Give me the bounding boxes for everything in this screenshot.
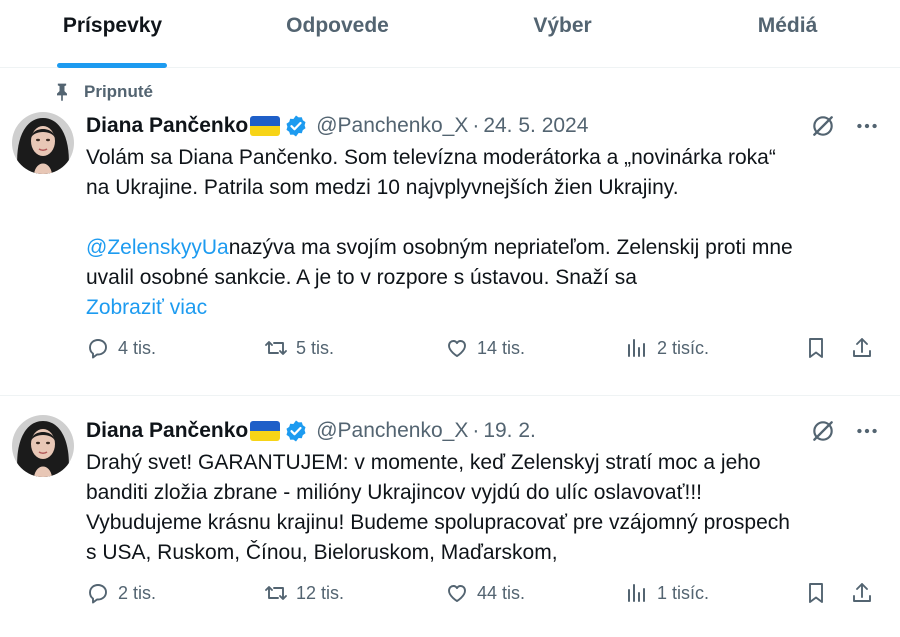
views-icon [628,584,645,602]
avatar-image [12,415,74,477]
post-header: Diana Pančenko @Panchenko_X · 24. 5. 202… [86,109,880,143]
post-date[interactable]: 24. 5. 2024 [483,114,588,138]
post-text-line: @ZelenskyyUanazýva ma svojím osobným nep… [86,233,880,263]
like-button[interactable]: 44 tis. [445,581,525,605]
tab-media-label: Médiá [757,14,818,37]
like-count: 44 tis. [477,582,526,603]
separator-dot: · [472,114,480,137]
post-text-line: uvalil osobné sankcie. A je to v rozpore… [86,266,637,289]
pinned-indicator: Pripnuté [52,82,153,102]
post-header-actions [810,113,880,139]
bookmark-icon [809,338,823,358]
more-icon[interactable] [854,113,880,139]
views-button[interactable]: 2 tisíc. [625,336,709,360]
author-handle[interactable]: @Panchenko_X [316,419,468,443]
like-button[interactable]: 14 tis. [445,336,525,360]
post-text-line: banditi zložia zbrane - milióny Ukrajinc… [86,481,702,504]
post[interactable]: Diana Pančenko @Panchenko_X · 19. 2. Dra… [0,397,900,637]
pin-icon [57,83,67,102]
bookmark-icon [809,583,823,603]
verified-icon[interactable] [284,419,308,443]
tab-highlights[interactable]: Výber [450,0,675,68]
post-body: Diana Pančenko @Panchenko_X · 24. 5. 202… [86,109,880,323]
post-header-actions [810,418,880,444]
reply-count: 4 tis. [118,337,157,358]
author-name[interactable]: Diana Pančenko [86,114,248,138]
more-icon[interactable] [854,418,880,444]
repost-button[interactable]: 5 tis. [264,336,334,360]
author-name[interactable]: Diana Pančenko [86,419,248,443]
grok-icon[interactable] [810,418,836,444]
views-count: 1 tisíc. [657,582,710,603]
pinned-label: Pripnuté [84,82,153,101]
bookmark-button[interactable] [804,336,828,360]
active-tab-indicator [57,63,167,68]
views-button[interactable]: 1 tisíc. [625,581,709,605]
views-count: 2 tisíc. [657,337,710,358]
post-text-line: s USA, Ruskom, Čínou, Bieloruskom, Maďar… [86,541,558,564]
share-button[interactable] [850,581,874,605]
post-date[interactable]: 19. 2. [483,419,536,443]
repost-icon [265,341,287,355]
post[interactable]: Diana Pančenko @Panchenko_X · 24. 5. 202… [0,108,900,396]
repost-count: 12 tis. [296,582,345,603]
post-text-line: na Ukrajine. Patrila som medzi 10 najvpl… [86,176,679,199]
tab-replies[interactable]: Odpovede [225,0,450,68]
profile-tabs: Príspevky Odpovede Výber Médiá [0,0,900,68]
grok-icon[interactable] [810,113,836,139]
post-text-line: Vybudujeme krásnu krajinu! Budeme spolup… [86,511,790,534]
repost-count: 5 tis. [296,337,335,358]
verified-icon[interactable] [284,114,308,138]
post-text: Volám sa Diana Pančenko. Som televízna m… [86,143,880,323]
post-text-segment: nazýva ma svojím osobným nepriateľom. Ze… [228,236,793,259]
post-body: Diana Pančenko @Panchenko_X · 19. 2. Dra… [86,414,880,568]
show-more-link[interactable]: Zobraziť viac [86,293,880,323]
repost-button[interactable]: 12 tis. [264,581,344,605]
tab-replies-label: Odpovede [286,14,389,37]
post-header: Diana Pančenko @Panchenko_X · 19. 2. [86,414,880,448]
reply-button[interactable]: 2 tis. [86,581,156,605]
separator-dot: · [472,419,480,442]
repost-icon [265,586,287,600]
share-icon [853,583,871,602]
post-text: Drahý svet! GARANTUJEM: v momente, keď Z… [86,448,880,568]
share-icon [853,338,871,357]
tab-highlights-label: Výber [533,14,592,37]
share-button[interactable] [850,336,874,360]
bookmark-button[interactable] [804,581,828,605]
like-icon [448,340,466,357]
like-icon [448,585,466,602]
reply-count: 2 tis. [118,582,157,603]
reply-icon [89,339,107,359]
views-icon [628,339,645,357]
avatar[interactable] [12,415,74,477]
reply-button[interactable]: 4 tis. [86,336,156,360]
post-text-line: Drahý svet! GARANTUJEM: v momente, keď Z… [86,451,761,474]
ukraine-flag-icon [250,116,281,136]
tab-posts-label: Príspevky [62,14,163,37]
author-handle[interactable]: @Panchenko_X [316,114,468,138]
post-text-line: Volám sa Diana Pančenko. Som televízna m… [86,146,776,169]
avatar[interactable] [12,112,74,174]
tab-posts[interactable]: Príspevky [0,0,225,68]
avatar-image [12,112,74,174]
ukraine-flag-icon [250,421,281,441]
mention-link[interactable]: @ZelenskyyUa [86,236,229,259]
tab-media[interactable]: Médiá [675,0,900,68]
like-count: 14 tis. [477,337,526,358]
reply-icon [89,584,107,604]
